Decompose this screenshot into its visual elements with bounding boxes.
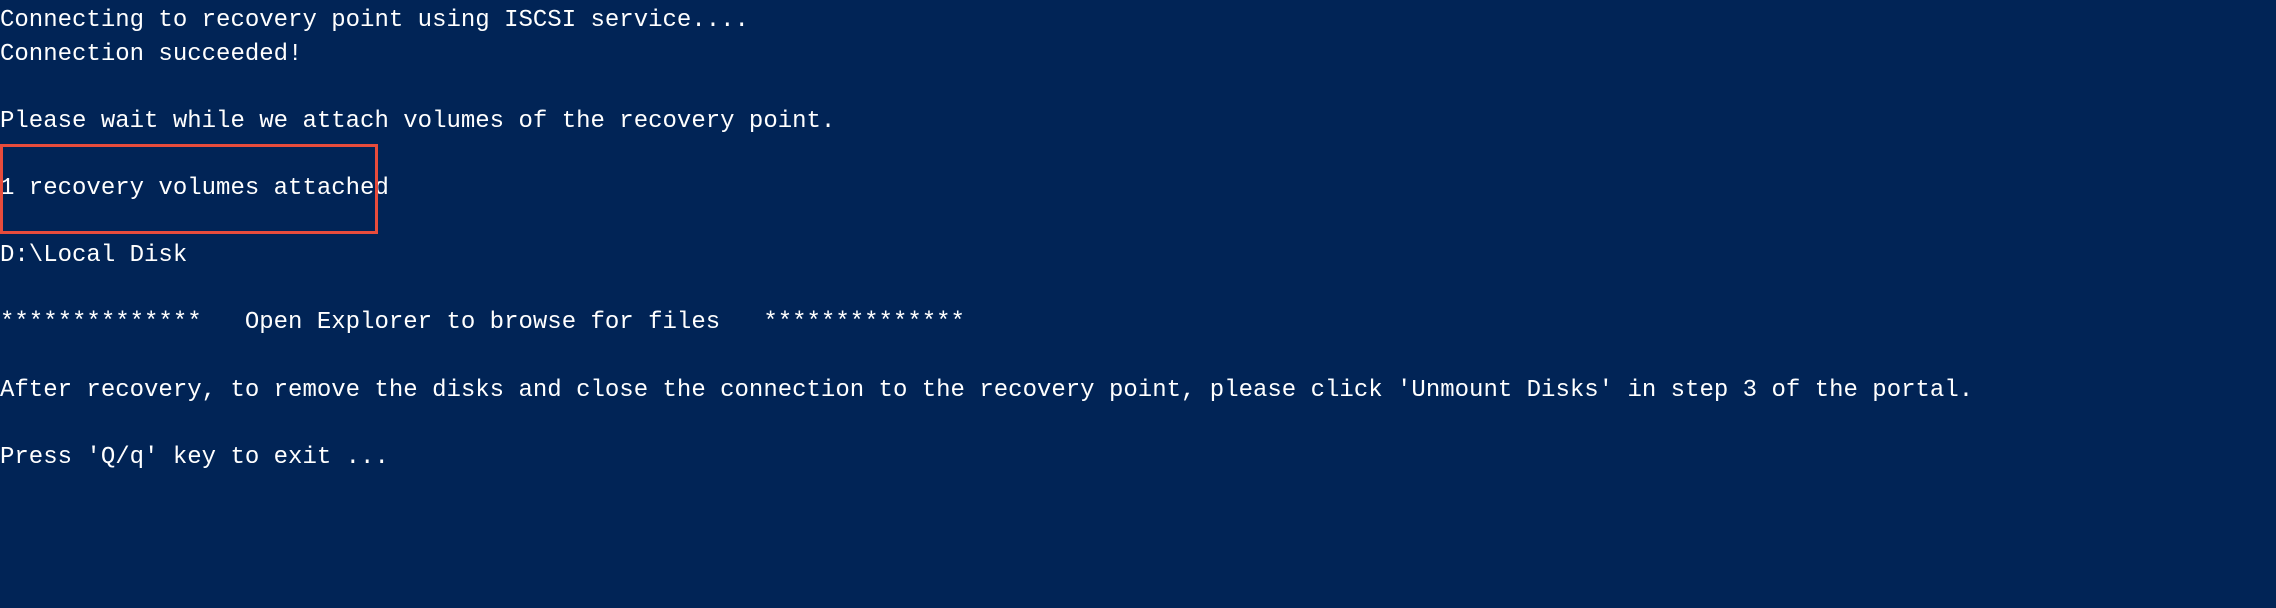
terminal-container: Connecting to recovery point using ISCSI… [0, 4, 2276, 474]
terminal-output-line: Please wait while we attach volumes of t… [0, 105, 2276, 139]
terminal-output-line: Press 'Q/q' key to exit ... [0, 441, 2276, 475]
blank-line [0, 206, 2276, 240]
terminal-output-line: 1 recovery volumes attached [0, 172, 2276, 206]
blank-line [0, 273, 2276, 307]
terminal-output-line: Connection succeeded! [0, 38, 2276, 72]
terminal-output-line: After recovery, to remove the disks and … [0, 374, 2276, 408]
blank-line [0, 407, 2276, 441]
blank-line [0, 340, 2276, 374]
blank-line [0, 71, 2276, 105]
terminal-output-line: D:\Local Disk [0, 239, 2276, 273]
terminal-output-line: Connecting to recovery point using ISCSI… [0, 4, 2276, 38]
blank-line [0, 138, 2276, 172]
terminal-output-line: ************** Open Explorer to browse f… [0, 306, 2276, 340]
